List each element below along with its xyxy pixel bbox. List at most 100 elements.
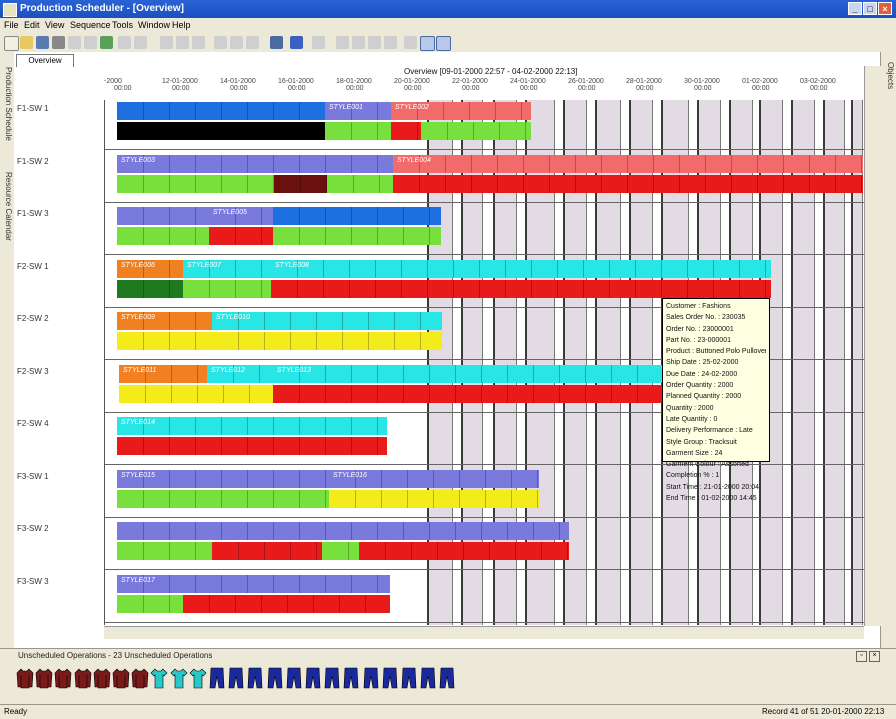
operation-bar[interactable]: STYLE014 <box>117 417 387 435</box>
operation-bar[interactable] <box>391 122 421 140</box>
operation-bar[interactable] <box>209 227 273 245</box>
horizontal-scrollbar[interactable] <box>104 626 864 639</box>
operation-bar[interactable] <box>117 102 325 120</box>
operation-bar[interactable]: STYLE013 <box>273 364 663 383</box>
schedule-icon[interactable] <box>336 36 349 49</box>
trousers-icon[interactable] <box>381 667 399 689</box>
vertical-scrollbar[interactable] <box>864 66 881 626</box>
operation-bar[interactable] <box>117 227 209 245</box>
save-icon[interactable] <box>36 36 49 49</box>
trousers-icon[interactable] <box>400 667 418 689</box>
trousers-icon[interactable] <box>304 667 322 689</box>
operation-bar[interactable] <box>273 227 441 245</box>
operation-bar[interactable] <box>183 594 390 613</box>
operation-bar[interactable] <box>325 122 391 140</box>
operation-bar[interactable] <box>117 122 325 140</box>
close-button[interactable]: × <box>878 2 892 15</box>
tab-production-schedule[interactable]: Production Schedule <box>1 56 13 152</box>
operation-bar[interactable] <box>273 207 441 225</box>
move-icon[interactable] <box>368 36 381 49</box>
print-icon[interactable] <box>52 36 65 49</box>
reschedule-icon[interactable] <box>352 36 365 49</box>
jacket-icon[interactable] <box>16 667 34 689</box>
tab-resource-calendar[interactable]: Resource Calendar <box>1 158 13 254</box>
cut-icon[interactable] <box>160 36 173 49</box>
operation-bar[interactable] <box>117 542 212 560</box>
panel-pin-icon[interactable]: ▫ <box>856 651 867 662</box>
operation-bar[interactable]: STYLE001 <box>325 102 391 120</box>
operation-bar[interactable] <box>117 489 329 508</box>
operation-bar[interactable] <box>212 542 322 560</box>
trousers-icon[interactable] <box>246 667 264 689</box>
operation-bar[interactable] <box>359 542 569 560</box>
list-view-icon[interactable] <box>436 36 451 51</box>
operation-bar[interactable] <box>183 279 271 298</box>
operation-bar[interactable] <box>117 279 183 298</box>
operation-bar[interactable]: STYLE004 <box>393 154 863 173</box>
operation-bar[interactable] <box>421 122 531 140</box>
operation-bar[interactable] <box>119 384 273 403</box>
trousers-icon[interactable] <box>323 667 341 689</box>
operation-bar[interactable] <box>117 207 209 225</box>
open-icon[interactable] <box>20 36 33 49</box>
find-icon[interactable] <box>84 36 97 49</box>
trousers-icon[interactable] <box>227 667 245 689</box>
grid-view-icon[interactable] <box>420 36 435 51</box>
redo-icon[interactable] <box>134 36 147 49</box>
jacket-icon[interactable] <box>54 667 72 689</box>
tab-overview[interactable]: Overview <box>16 54 74 67</box>
operation-bar[interactable]: STYLE010 <box>212 312 442 330</box>
calendar-icon[interactable] <box>270 36 283 49</box>
operation-bar[interactable]: STYLE017 <box>117 574 390 593</box>
menu-tools[interactable]: Tools <box>112 20 133 30</box>
operation-bar[interactable]: STYLE015 <box>117 469 329 488</box>
zoom-out-icon[interactable] <box>230 36 243 49</box>
check-icon[interactable] <box>100 36 113 49</box>
operation-bar[interactable]: STYLE012 <box>207 364 273 383</box>
operation-bar[interactable] <box>274 174 327 193</box>
operation-bar[interactable]: STYLE007 <box>183 259 271 278</box>
operation-bar[interactable] <box>117 332 212 350</box>
split-icon[interactable] <box>384 36 397 49</box>
operation-bar[interactable] <box>117 522 569 540</box>
operation-bar[interactable] <box>117 174 274 193</box>
lock-icon[interactable] <box>404 36 417 49</box>
menu-window[interactable]: Window <box>138 20 170 30</box>
operation-bar[interactable] <box>273 384 663 403</box>
jacket-icon[interactable] <box>112 667 130 689</box>
operation-bar[interactable]: STYLE002 <box>391 102 531 120</box>
tshirt-icon[interactable] <box>189 667 207 689</box>
operation-bar[interactable] <box>329 489 539 508</box>
preview-icon[interactable] <box>68 36 81 49</box>
operation-bar[interactable]: STYLE009 <box>117 312 212 330</box>
jacket-icon[interactable] <box>93 667 111 689</box>
trousers-icon[interactable] <box>266 667 284 689</box>
jacket-icon[interactable] <box>131 667 149 689</box>
trousers-icon[interactable] <box>342 667 360 689</box>
tshirt-icon[interactable] <box>170 667 188 689</box>
maximize-button[interactable]: □ <box>863 2 877 15</box>
operation-bar[interactable] <box>322 542 359 560</box>
sort-icon[interactable] <box>246 36 259 49</box>
operation-bar[interactable] <box>117 437 387 455</box>
panel-close-icon[interactable]: × <box>869 651 880 662</box>
operation-bar[interactable] <box>393 174 863 193</box>
new-icon[interactable] <box>4 36 19 51</box>
jacket-icon[interactable] <box>74 667 92 689</box>
operation-bar[interactable]: STYLE006 <box>117 259 183 278</box>
menu-sequence[interactable]: Sequence <box>70 20 111 30</box>
paste-icon[interactable] <box>192 36 205 49</box>
operation-bar[interactable] <box>327 174 393 193</box>
operation-bar[interactable]: STYLE005 <box>209 207 273 225</box>
operation-bar[interactable] <box>212 332 442 350</box>
operation-bar[interactable] <box>117 594 183 613</box>
trousers-icon[interactable] <box>419 667 437 689</box>
menu-edit[interactable]: Edit <box>24 20 40 30</box>
operation-bar[interactable]: STYLE011 <box>119 364 207 383</box>
tab-objects[interactable]: Objects <box>883 56 895 96</box>
filter-icon[interactable] <box>312 36 325 49</box>
tshirt-icon[interactable] <box>150 667 168 689</box>
copy-icon[interactable] <box>176 36 189 49</box>
operation-bar[interactable]: STYLE003 <box>117 154 393 173</box>
menu-view[interactable]: View <box>45 20 64 30</box>
